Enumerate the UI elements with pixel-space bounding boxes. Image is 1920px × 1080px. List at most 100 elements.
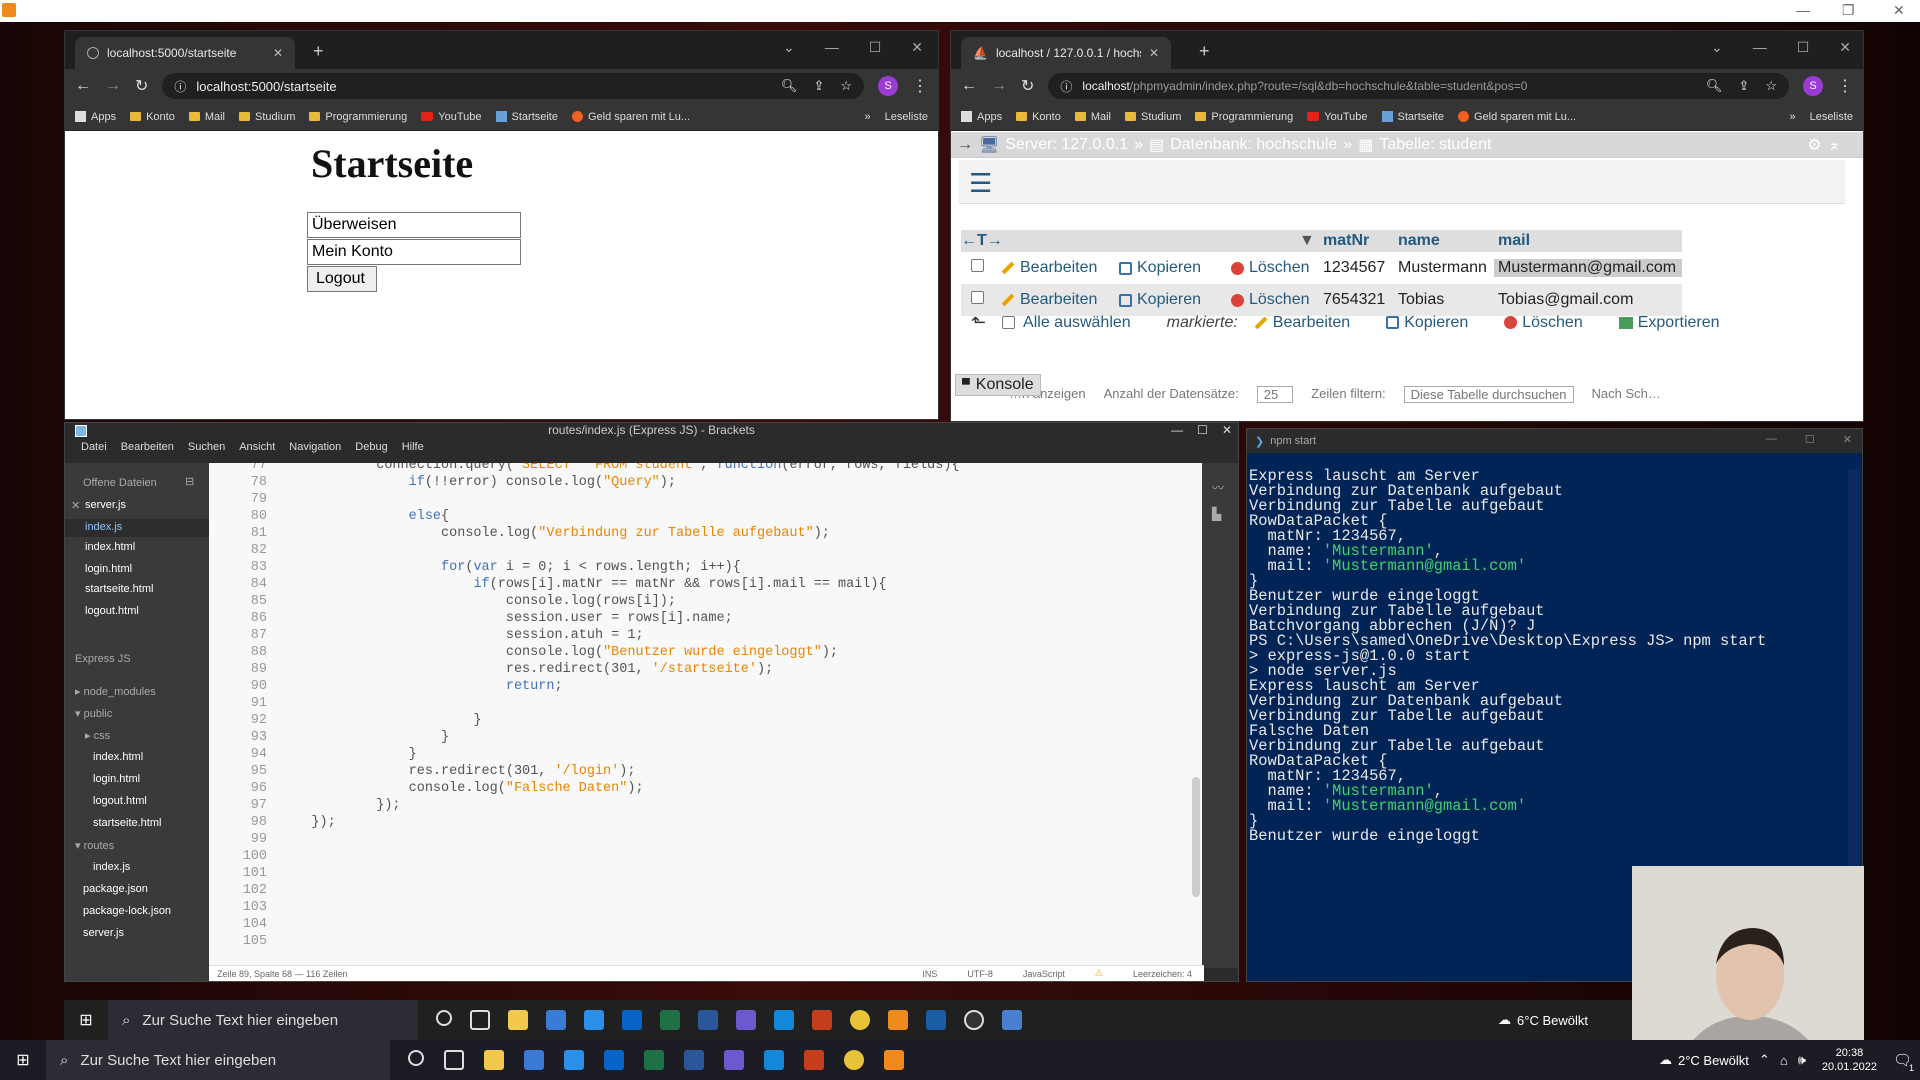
- url-field[interactable]: ⓘ localhost:5000/startseite 🔍︎ ⇪ ☆: [162, 73, 864, 99]
- profile-avatar[interactable]: S: [1803, 76, 1823, 96]
- chrome-icon[interactable]: [844, 1050, 864, 1070]
- copy-link[interactable]: Kopieren: [1119, 259, 1231, 277]
- bookmark-startseite[interactable]: Startseite: [1381, 111, 1444, 123]
- bulk-copy-link[interactable]: Kopieren: [1386, 314, 1468, 332]
- filter-input[interactable]: Diese Tabelle durchsuchen: [1403, 386, 1574, 403]
- column-header-mail[interactable]: mail: [1494, 232, 1682, 250]
- menu-hilfe[interactable]: Hilfe: [402, 441, 424, 453]
- menu-bearbeiten[interactable]: Bearbeiten: [121, 441, 174, 453]
- tree-css[interactable]: ▸ css: [85, 729, 110, 742]
- select-all-label[interactable]: Alle auswählen: [1023, 314, 1131, 332]
- bookmark-programmierung[interactable]: Programmierung: [1195, 111, 1293, 123]
- minimize-button[interactable]: —: [825, 39, 839, 56]
- edit-link[interactable]: Bearbeiten: [1001, 259, 1119, 277]
- zoom-icon[interactable]: 🔍︎: [781, 78, 798, 94]
- project-title[interactable]: Express JS: [75, 653, 131, 665]
- menu-debug[interactable]: Debug: [355, 441, 387, 453]
- tree-node-modules[interactable]: ▸ node_modules: [75, 685, 156, 698]
- bookmark-konto[interactable]: Konto: [1016, 111, 1061, 123]
- reload-icon[interactable]: ↻: [135, 76, 148, 96]
- maximize-button[interactable]: ☐: [869, 39, 882, 56]
- dropbox-icon[interactable]: [622, 1010, 642, 1030]
- close-window-button[interactable]: ✕: [1222, 423, 1232, 437]
- store-icon[interactable]: [546, 1010, 566, 1030]
- calendar-icon[interactable]: [774, 1010, 794, 1030]
- app-icon[interactable]: [736, 1010, 756, 1030]
- forward-icon[interactable]: →: [105, 77, 121, 95]
- powerpoint-icon[interactable]: [812, 1010, 832, 1030]
- code-editor[interactable]: 77 connection.query("SELECT * FROM stude…: [209, 463, 1204, 968]
- bookmark-programmierung[interactable]: Programmierung: [309, 111, 407, 123]
- console-tab[interactable]: ▀ Konsole: [955, 374, 1041, 396]
- bookmark-apps[interactable]: Apps: [75, 111, 116, 123]
- open-file-login-html[interactable]: login.html: [85, 563, 132, 575]
- logout-button[interactable]: Logout: [307, 266, 377, 292]
- new-tab-button[interactable]: +: [313, 41, 324, 62]
- more-bookmarks-icon[interactable]: »: [1789, 111, 1795, 123]
- explorer-icon[interactable]: [484, 1050, 504, 1070]
- explorer-icon[interactable]: [508, 1010, 528, 1030]
- tree-index-html[interactable]: index.html: [93, 751, 143, 763]
- open-file-index-html[interactable]: index.html: [85, 541, 135, 553]
- bulk-edit-link[interactable]: Bearbeiten: [1254, 314, 1350, 332]
- breadcrumb-server[interactable]: Server: 127.0.0.1: [1005, 136, 1128, 154]
- inner-search-box[interactable]: ⌕ Zur Suche Text hier eingeben: [108, 1000, 418, 1040]
- word-icon[interactable]: [684, 1050, 704, 1070]
- menu-icon[interactable]: ⋮: [912, 76, 928, 96]
- close-window-button[interactable]: ✕: [1839, 39, 1851, 56]
- bookmark-studium[interactable]: Studium: [239, 111, 295, 123]
- open-file-startseite-html[interactable]: startseite.html: [85, 583, 153, 595]
- bookmark-mail[interactable]: Mail: [188, 111, 225, 123]
- dropbox-icon[interactable]: [604, 1050, 624, 1070]
- player-restore-button[interactable]: ❐: [1842, 2, 1855, 19]
- select-all-checkbox[interactable]: [1002, 316, 1016, 329]
- excel-icon[interactable]: [660, 1010, 680, 1030]
- close-tab-icon[interactable]: ✕: [1149, 46, 1159, 60]
- cortana-icon[interactable]: [408, 1050, 424, 1066]
- player-minimize-button[interactable]: —: [1796, 2, 1810, 18]
- reading-list[interactable]: Leseliste: [885, 111, 928, 123]
- breadcrumb-database[interactable]: Datenbank: hochschule: [1170, 136, 1337, 154]
- close-file-icon[interactable]: ✕: [71, 499, 80, 512]
- copy-link[interactable]: Kopieren: [1119, 291, 1231, 309]
- column-nav-arrows-icon[interactable]: ←T→: [961, 232, 1299, 250]
- menu-icon[interactable]: ⋮: [1837, 76, 1853, 96]
- excel-icon[interactable]: [644, 1050, 664, 1070]
- tree-public[interactable]: ▾ public: [75, 707, 112, 720]
- network-icon[interactable]: ⌂: [1780, 1053, 1788, 1068]
- tree-startseite-html[interactable]: startseite.html: [93, 817, 161, 829]
- share-icon[interactable]: ⇪: [813, 78, 824, 94]
- cortana-icon[interactable]: [436, 1010, 452, 1026]
- star-icon[interactable]: ☆: [1765, 78, 1777, 94]
- open-file-logout-html[interactable]: logout.html: [85, 605, 139, 617]
- tree-login-html[interactable]: login.html: [93, 773, 140, 785]
- collapse-arrow-icon[interactable]: →: [957, 136, 973, 154]
- chevron-down-icon[interactable]: ⌄: [1711, 39, 1723, 56]
- right-browser-tab[interactable]: ⛵ localhost / 127.0.0.1 / hochschu ✕: [961, 37, 1171, 69]
- row-checkbox[interactable]: [971, 259, 984, 272]
- live-preview-icon[interactable]: 〰: [1212, 479, 1224, 496]
- bookmark-youtube[interactable]: YouTube: [421, 111, 482, 123]
- minimize-button[interactable]: —: [1753, 39, 1767, 56]
- tray-chevron-icon[interactable]: ⌃: [1759, 1052, 1770, 1068]
- bookmark-konto[interactable]: Konto: [130, 111, 175, 123]
- mail-icon[interactable]: [584, 1010, 604, 1030]
- maximize-button[interactable]: ☐: [1797, 39, 1810, 56]
- menu-datei[interactable]: Datei: [81, 441, 107, 453]
- column-header-name[interactable]: name: [1394, 232, 1494, 250]
- delete-link[interactable]: Löschen: [1231, 291, 1319, 309]
- language-select[interactable]: JavaScript: [1023, 969, 1065, 979]
- url-field[interactable]: ⓘ localhost/phpmyadmin/index.php?route=/…: [1048, 73, 1789, 99]
- close-tab-icon[interactable]: ✕: [273, 46, 283, 60]
- ueberweisen-button[interactable]: Überweisen: [307, 212, 521, 238]
- forward-icon[interactable]: →: [991, 77, 1007, 95]
- weather-widget[interactable]: ☁ 2°C Bewölkt: [1659, 1052, 1749, 1068]
- bookmark-mail[interactable]: Mail: [1074, 111, 1111, 123]
- row-checkbox[interactable]: [971, 291, 984, 304]
- breadcrumb-table[interactable]: Tabelle: student: [1379, 136, 1491, 154]
- maximize-button[interactable]: ☐: [1805, 433, 1815, 446]
- encoding-select[interactable]: UTF-8: [967, 969, 993, 979]
- bookmark-studium[interactable]: Studium: [1125, 111, 1181, 123]
- maximize-button[interactable]: ☐: [1197, 423, 1208, 437]
- reading-list[interactable]: Leseliste: [1810, 111, 1853, 123]
